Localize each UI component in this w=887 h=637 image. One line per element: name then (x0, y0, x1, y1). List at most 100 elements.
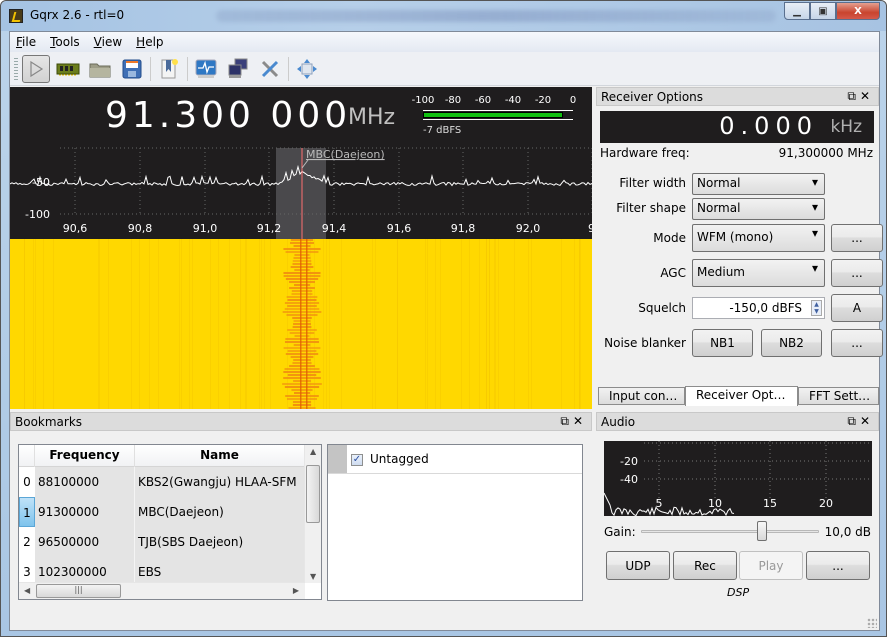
nb1-button[interactable]: NB1 (692, 329, 753, 357)
gain-slider-track[interactable] (641, 530, 819, 533)
float-icon[interactable]: ⧉ (847, 414, 860, 428)
receiver-options-titlebar[interactable]: Receiver Options ⧉✕ (596, 87, 879, 106)
menu-tools[interactable]: Tools (50, 35, 80, 49)
audio-options-button[interactable]: ... (806, 551, 870, 580)
row-index[interactable]: 2 (19, 527, 35, 557)
bookmarks-titlebar[interactable]: Bookmarks ⧉✕ (10, 412, 592, 431)
audio-fft-x-label: 15 (763, 497, 777, 510)
squelch-spin-arrows[interactable]: ▲ ▼ (811, 300, 822, 316)
close-icon[interactable]: ✕ (573, 414, 587, 428)
bookmark-name[interactable]: KBS2(Gwangju) HLAA-SFM (135, 467, 305, 497)
horizontal-scroll-thumb[interactable]: ||| (36, 584, 121, 598)
signal-meter-tick: -40 (504, 95, 522, 106)
float-icon[interactable]: ⧉ (560, 414, 573, 428)
configure-button[interactable] (256, 55, 284, 83)
noise-blanker-options-button[interactable]: ... (831, 329, 883, 357)
row-index[interactable]: 0 (19, 467, 35, 497)
gain-value: 10,0 dB (824, 525, 871, 539)
signal-meter-tick: -20 (534, 95, 552, 106)
scroll-left-icon[interactable]: ◀ (24, 586, 30, 595)
load-settings-button[interactable] (86, 55, 114, 83)
waterfall-display[interactable] (10, 239, 592, 409)
bookmark-name[interactable]: MBC(Daejeon) (135, 497, 305, 527)
offset-frequency-value[interactable]: 0.000 (719, 112, 818, 140)
bookmark-row[interactable]: 0 88100000 KBS2(Gwangju) HLAA-SFM (19, 467, 305, 497)
waterfall-noise-column (43, 239, 44, 409)
float-icon[interactable]: ⧉ (847, 89, 860, 103)
close-icon[interactable]: ✕ (860, 414, 874, 428)
waterfall-noise-column (261, 239, 262, 409)
io-devices-button[interactable] (54, 55, 82, 83)
bookmark-frequency[interactable]: 91300000 (35, 497, 135, 527)
bookmark-frequency[interactable]: 96500000 (35, 527, 135, 557)
waterfall-signal-row (284, 368, 320, 370)
receiver-options-panel: Receiver Options ⧉✕ 0.000 kHz Hardware f… (596, 87, 883, 407)
waterfall-noise-column (35, 239, 36, 409)
waterfall-noise-column (179, 239, 180, 409)
center-fft-button[interactable] (293, 55, 321, 83)
bookmarks-panel: Bookmarks ⧉✕ Frequency Name 0 88100000 KBS… (10, 410, 592, 630)
waterfall-noise-column (24, 239, 25, 409)
corner-header[interactable] (19, 445, 35, 467)
waterfall-signal-row (289, 287, 315, 289)
bookmarks-table: Frequency Name 0 88100000 KBS2(Gwangju) HL… (18, 444, 322, 600)
vertical-scroll-thumb[interactable] (306, 465, 320, 523)
nb2-button[interactable]: NB2 (761, 329, 822, 357)
play-button[interactable]: Play (739, 551, 803, 580)
scroll-up-icon[interactable]: ▲ (310, 447, 316, 456)
menu-view[interactable]: View (94, 35, 122, 49)
menu-file[interactable]: File (16, 35, 36, 49)
tag-row-untagged[interactable]: ✓ Untagged (328, 445, 582, 474)
add-bookmark-button[interactable] (155, 55, 183, 83)
mode-label: Mode (653, 231, 686, 245)
title-bar[interactable]: Gqrx 2.6 - rtl=0 ▁ ▣ X (1, 1, 886, 31)
bookmark-frequency[interactable]: 88100000 (35, 467, 135, 497)
mode-options-button[interactable]: ... (831, 224, 883, 252)
bookmark-row[interactable]: 1 91300000 MBC(Daejeon) (19, 497, 305, 527)
menu-help[interactable]: Help (136, 35, 163, 49)
waterfall-signal-row (284, 386, 320, 388)
record-button[interactable]: Rec (673, 551, 737, 580)
maximize-icon: ▣ (818, 5, 828, 17)
maximize-button[interactable]: ▣ (810, 2, 836, 20)
scroll-down-icon[interactable]: ▼ (310, 572, 316, 581)
close-button[interactable]: X (836, 2, 880, 20)
waterfall-noise-column (270, 239, 271, 409)
row-index[interactable]: 1 (19, 497, 35, 527)
toolbar-grip[interactable] (14, 57, 18, 80)
filter-width-select[interactable]: Normal (692, 173, 825, 195)
agc-select[interactable]: Medium (692, 259, 825, 287)
tab-receiver-options[interactable]: Receiver Opt… (685, 386, 798, 406)
scroll-right-icon[interactable]: ▶ (293, 586, 299, 595)
column-header-name[interactable]: Name (135, 445, 305, 467)
vertical-scrollbar[interactable]: ▲ ▼ (304, 445, 321, 583)
squelch-input[interactable]: -150,0 dBFS ▲ ▼ (692, 297, 825, 319)
bookmark-name[interactable]: TJB(SBS Daejeon) (135, 527, 305, 557)
fft-settings-button[interactable] (192, 55, 220, 83)
agc-options-button[interactable]: ... (831, 259, 883, 287)
minimize-button[interactable]: ▁ (784, 2, 810, 20)
remote-control-button[interactable] (224, 55, 252, 83)
udp-button[interactable]: UDP (606, 551, 670, 580)
gain-label: Gain: (604, 525, 636, 539)
audio-fft-plot[interactable]: -20 -40 5 10 15 20 (604, 441, 872, 516)
save-settings-button[interactable] (118, 55, 146, 83)
bookmark-row[interactable]: 2 96500000 TJB(SBS Daejeon) (19, 527, 305, 557)
spectrum-plot[interactable]: -50 -100 MBC(Daejeon) 90,6 90,8 91,0 91,2 91,4 9… (10, 87, 592, 239)
start-dsp-button[interactable] (22, 54, 50, 83)
gain-slider-handle[interactable] (757, 521, 768, 541)
tab-input-controls[interactable]: Input con… (598, 387, 685, 405)
waterfall-signal-row (285, 251, 319, 253)
mode-select[interactable]: WFM (mono) (692, 224, 825, 252)
audio-titlebar[interactable]: Audio ⧉✕ (596, 412, 879, 431)
close-icon[interactable]: ✕ (860, 89, 874, 103)
offset-frequency-display[interactable]: 0.000 kHz (600, 111, 874, 143)
filter-shape-select[interactable]: Normal (692, 198, 825, 220)
tab-fft-settings[interactable]: FFT Sett… (798, 387, 879, 405)
tag-checkbox[interactable]: ✓ (351, 454, 363, 466)
horizontal-scrollbar[interactable]: ◀ ||| ▶ (19, 582, 305, 599)
frequency-display[interactable]: 91.300 000 (105, 95, 351, 136)
resize-grip[interactable] (867, 618, 877, 628)
column-header-frequency[interactable]: Frequency (35, 445, 135, 467)
squelch-auto-button[interactable]: A (831, 294, 883, 322)
